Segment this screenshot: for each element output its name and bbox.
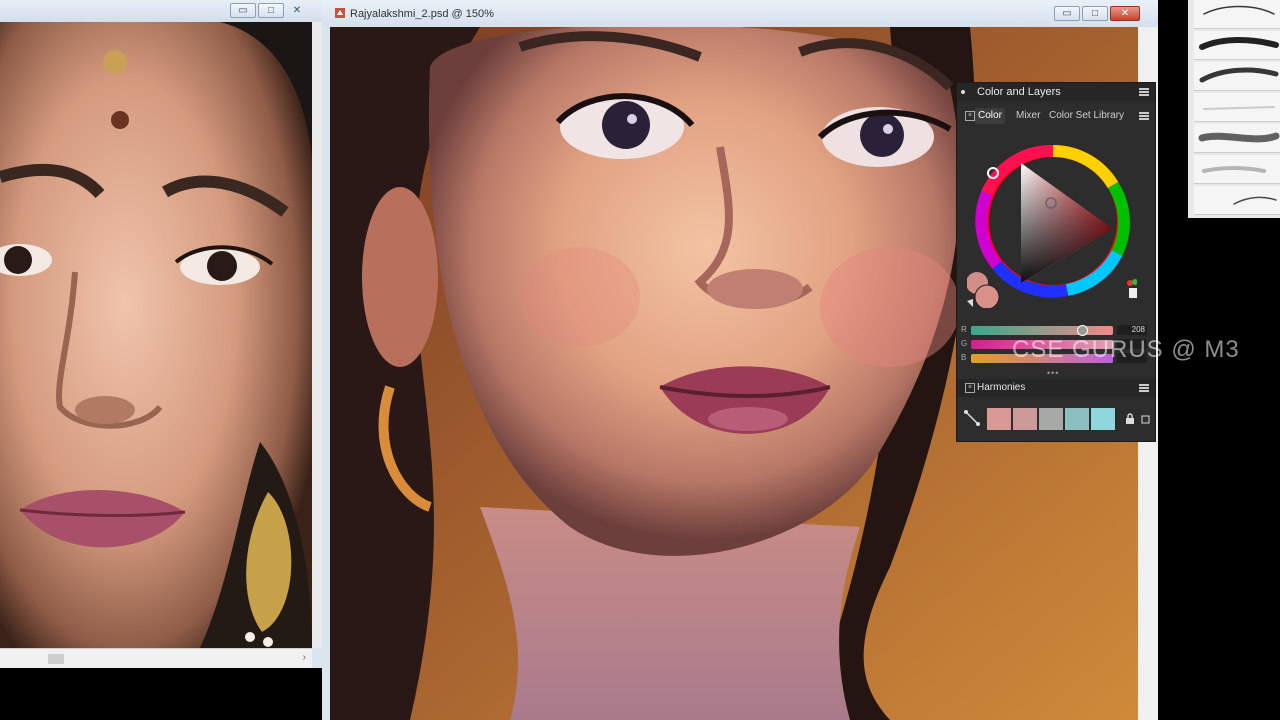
document-titlebar[interactable]: Rajyalakshmi_2.psd @ 150% ▭ □ ✕ — [322, 0, 1158, 27]
blue-slider-label: B — [961, 353, 967, 362]
document-icon — [335, 8, 345, 18]
brush-preset[interactable] — [1194, 124, 1280, 153]
close-button[interactable]: ✕ — [286, 3, 308, 18]
color-wheel[interactable] — [967, 133, 1137, 308]
reference-titlebar[interactable]: ▭ □ ✕ — [0, 0, 322, 22]
maximize-button[interactable]: □ — [258, 3, 284, 18]
panel-header[interactable]: Color and Layers — [957, 83, 1155, 101]
reference-face-illustration — [0, 22, 312, 648]
red-slider-track[interactable] — [971, 325, 1113, 336]
harmony-swatch[interactable] — [987, 408, 1011, 430]
brush-panel — [1188, 0, 1280, 218]
document-window-controls: ▭ □ ✕ — [1054, 6, 1140, 21]
scroll-thumb[interactable] — [48, 654, 64, 664]
brush-preset[interactable] — [1194, 0, 1280, 29]
harmonies-title: Harmonies — [977, 382, 1026, 393]
harmony-swatch[interactable] — [1065, 408, 1089, 430]
color-and-layers-panel: Color and Layers × Color Mixer Color Set… — [956, 82, 1156, 442]
reference-window-controls: ▭ □ ✕ — [230, 3, 308, 18]
tab-menu-icon[interactable] — [1139, 112, 1149, 120]
brush-preset[interactable] — [1194, 93, 1280, 122]
maximize-button[interactable]: □ — [1082, 6, 1108, 21]
brush-preset[interactable] — [1194, 155, 1280, 184]
color-picker-icon — [1127, 279, 1137, 298]
panel-title: Color and Layers — [977, 86, 1061, 98]
main-color-swatch — [974, 284, 1000, 308]
red-slider-label: R — [961, 325, 967, 334]
more-options-icon[interactable]: ••• — [1047, 368, 1059, 378]
close-harmonies-icon[interactable]: × — [965, 383, 975, 393]
harmony-swatch[interactable] — [1013, 408, 1037, 430]
watermark-text: CSE GURUS @ M3 — [1012, 336, 1240, 363]
harmony-rule-icon[interactable] — [963, 409, 981, 427]
minimize-button[interactable]: ▭ — [1054, 6, 1080, 21]
reference-vertical-scrollbar[interactable] — [312, 22, 322, 648]
reference-window: ▭ □ ✕ › — [0, 0, 322, 668]
document-title: Rajyalakshmi_2.psd @ 150% — [350, 8, 494, 20]
harmonies-menu-icon[interactable] — [1139, 384, 1149, 392]
red-slider[interactable]: R 208 — [961, 325, 1149, 336]
brush-preset[interactable] — [1194, 62, 1280, 91]
green-slider-label: G — [961, 339, 968, 348]
panel-menu-icon[interactable] — [1139, 88, 1149, 96]
close-button[interactable]: ✕ — [1110, 6, 1140, 21]
add-swatch-icon[interactable] — [1139, 413, 1151, 425]
harmony-swatch[interactable] — [1039, 408, 1063, 430]
tab-color-set-library[interactable]: Color Set Library — [1046, 108, 1134, 124]
brush-preset[interactable] — [1194, 31, 1280, 60]
lock-icon[interactable] — [1125, 413, 1135, 425]
minimize-button[interactable]: ▭ — [230, 3, 256, 18]
panel-collapse-icon[interactable] — [961, 90, 965, 94]
close-tab-icon[interactable]: × — [965, 111, 975, 121]
red-slider-thumb[interactable] — [1077, 325, 1088, 336]
tab-mixer[interactable]: Mixer — [1013, 108, 1045, 124]
tab-color[interactable]: Color — [975, 108, 1005, 124]
brush-preset[interactable] — [1194, 186, 1280, 215]
harmonies-header[interactable]: × Harmonies — [957, 379, 1155, 397]
reference-horizontal-scrollbar[interactable]: › — [0, 648, 312, 668]
reference-photo — [0, 22, 312, 648]
harmony-swatch[interactable] — [1091, 408, 1115, 430]
scroll-right-icon[interactable]: › — [303, 652, 306, 663]
red-value-field[interactable]: 208 — [1117, 325, 1147, 335]
